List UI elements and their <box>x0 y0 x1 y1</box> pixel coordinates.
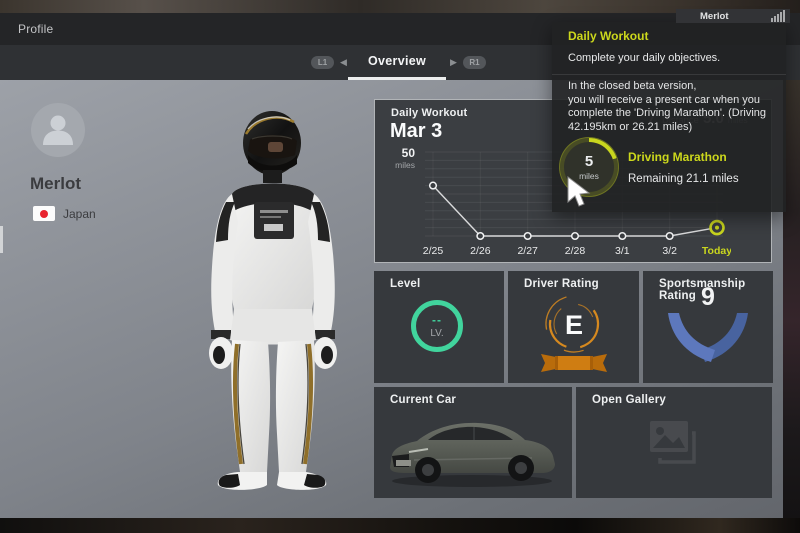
level-card-title: Level <box>390 278 420 290</box>
tooltip-title: Daily Workout <box>568 29 648 43</box>
scroll-indicator[interactable] <box>0 226 3 253</box>
l1-bumper-hint[interactable]: L1 <box>311 56 334 69</box>
level-ring: -- LV. <box>411 300 463 352</box>
current-car-title: Current Car <box>390 394 456 406</box>
driver-rating-value: E <box>565 310 583 340</box>
tooltip-body: In the closed beta version, you will rec… <box>568 80 766 134</box>
tooltip-divider <box>552 74 786 75</box>
current-car-card[interactable]: Current Car <box>374 387 572 498</box>
handshake-icon <box>663 311 753 369</box>
workout-date: Mar 3 <box>390 120 442 143</box>
signal-bars-icon <box>771 10 785 22</box>
next-tab-arrow-icon[interactable]: ▶ <box>450 56 457 69</box>
gallery-icon <box>646 417 702 473</box>
page-title: Profile <box>18 22 53 36</box>
tab-overview[interactable]: Overview <box>348 45 446 80</box>
driver-rating-title: Driver Rating <box>524 278 599 290</box>
level-card[interactable]: Level -- LV. <box>374 271 504 383</box>
objective-title: Driving Marathon <box>628 150 727 164</box>
tooltip-subtitle: Complete your daily objectives. <box>568 52 720 64</box>
online-status-chip: Merlot <box>676 9 790 23</box>
sportsmanship-card[interactable]: Sportsmanship Rating 9 <box>643 271 773 383</box>
svg-text:2/25: 2/25 <box>423 245 444 257</box>
player-name: Merlot <box>30 174 81 194</box>
level-unit: LV. <box>430 328 443 339</box>
objective-status: Remaining 21.1 miles <box>628 173 739 185</box>
person-icon <box>31 103 85 157</box>
svg-text:2/28: 2/28 <box>565 245 586 257</box>
svg-text:2/26: 2/26 <box>470 245 491 257</box>
avatar <box>31 103 85 157</box>
player-country: Japan <box>63 207 96 221</box>
svg-text:Today: Today <box>702 245 731 257</box>
mouse-cursor <box>566 176 592 208</box>
driver-rating-icon: E <box>537 293 611 377</box>
sportsmanship-value: 9 <box>643 283 773 312</box>
current-car-image <box>382 413 564 493</box>
open-gallery-card[interactable]: Open Gallery <box>576 387 772 498</box>
player-avatar-figure <box>180 102 370 502</box>
driver-rating-card[interactable]: Driver Rating E <box>508 271 639 383</box>
svg-text:3/1: 3/1 <box>615 245 630 257</box>
open-gallery-title: Open Gallery <box>592 394 666 406</box>
backdrop-bottom <box>0 518 800 533</box>
svg-text:3/2: 3/2 <box>662 245 677 257</box>
japan-flag-icon <box>33 206 55 221</box>
gauge-value: 5 <box>585 153 593 170</box>
level-value: -- <box>432 313 442 327</box>
status-player-name: Merlot <box>700 11 771 22</box>
workout-panel-title: Daily Workout <box>391 107 467 119</box>
profile-screen: Profile L1 ◀ Overview ▶ R1 Merlot Merlot… <box>0 0 800 533</box>
r1-bumper-hint[interactable]: R1 <box>463 56 486 69</box>
svg-text:2/27: 2/27 <box>517 245 538 257</box>
prev-tab-arrow-icon[interactable]: ◀ <box>340 56 347 69</box>
